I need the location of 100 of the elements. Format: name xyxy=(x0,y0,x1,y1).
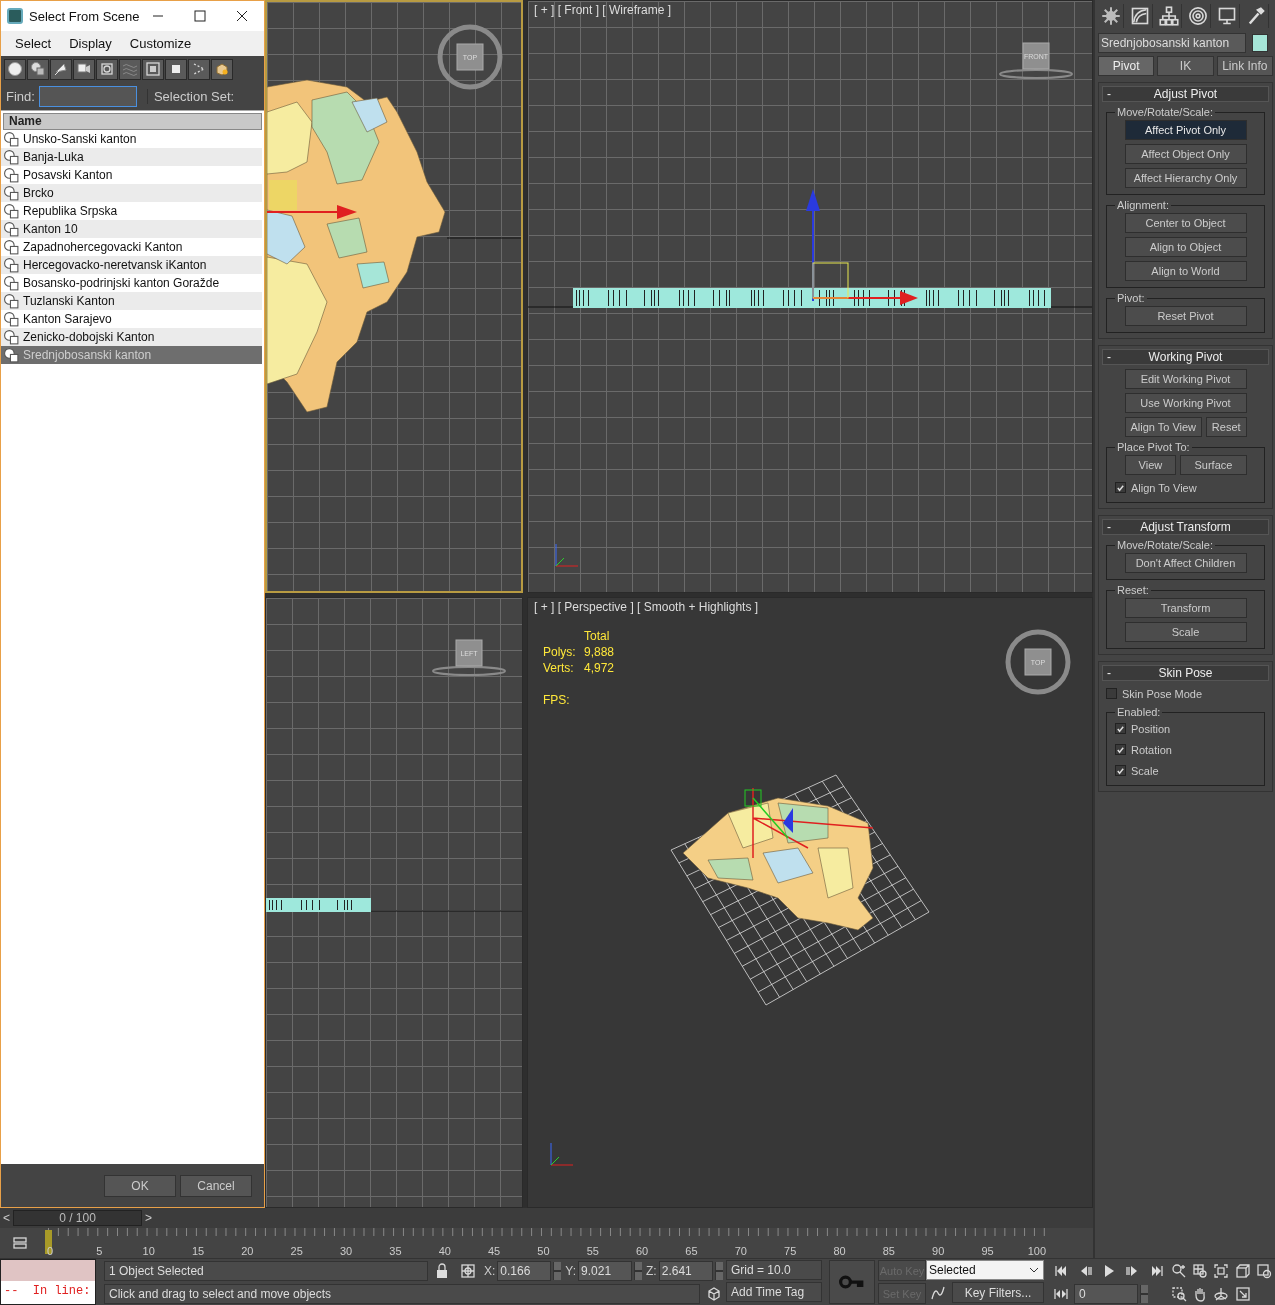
sphere-icon[interactable] xyxy=(7,61,23,77)
collapse-toggle[interactable]: - xyxy=(1103,666,1117,680)
viewport-label[interactable]: [ + ] [ Front ] [ Wireframe ] xyxy=(534,3,672,17)
rollout-header[interactable]: - Adjust Pivot xyxy=(1102,86,1269,102)
zoom-icon[interactable] xyxy=(1170,1262,1187,1279)
tab[interactable]: Link Info xyxy=(1216,56,1273,76)
panel-button[interactable]: Align to World xyxy=(1124,261,1247,281)
column-header[interactable]: Name xyxy=(3,113,262,130)
panel-button[interactable]: Affect Object Only xyxy=(1124,144,1247,164)
checkbox[interactable] xyxy=(1115,723,1126,734)
checkbox[interactable] xyxy=(1115,482,1126,493)
tab[interactable]: Pivot xyxy=(1098,56,1155,76)
crosshair-icon[interactable] xyxy=(460,1262,476,1279)
list-row[interactable]: Zapadnohercegovacki Kanton xyxy=(1,238,262,256)
box-icon[interactable] xyxy=(214,61,230,77)
curve-icon[interactable] xyxy=(1129,6,1150,26)
panel-button[interactable]: Don't Affect Children xyxy=(1124,553,1247,573)
shapes-icon[interactable] xyxy=(30,61,46,77)
key-mode-dropdown[interactable]: Selected xyxy=(926,1260,1044,1280)
list-row[interactable]: Banja-Luka xyxy=(1,148,262,166)
coordinate-field[interactable]: 0.166 xyxy=(497,1260,552,1281)
viewport-label[interactable]: [ + ] [ Perspective ] [ Smooth + Highlights ] xyxy=(534,600,759,614)
panel-button[interactable]: Align to Object xyxy=(1124,237,1247,257)
menu-item[interactable]: Customize xyxy=(129,36,192,51)
panel-button[interactable]: Edit Working Pivot xyxy=(1124,369,1247,389)
group-title: Move/Rotate/Scale: xyxy=(1116,106,1214,118)
panel-button[interactable]: Center to Object xyxy=(1124,213,1247,233)
panel-button[interactable]: View xyxy=(1124,455,1177,475)
cube-icon[interactable] xyxy=(706,1285,722,1302)
zoom-all-icon[interactable] xyxy=(1192,1262,1209,1279)
panel-button[interactable]: Reset Pivot xyxy=(1124,306,1247,326)
window-title: Select From Scene xyxy=(29,8,141,24)
list-row[interactable]: Brcko xyxy=(1,184,262,202)
dialog-button[interactable]: Cancel xyxy=(180,1174,252,1197)
object-color-swatch[interactable] xyxy=(1252,34,1268,52)
zoom-extents-icon[interactable] xyxy=(1213,1262,1230,1279)
collapse-toggle[interactable]: - xyxy=(1103,520,1117,534)
menu-item[interactable]: Select xyxy=(15,36,52,51)
collapse-toggle[interactable]: - xyxy=(1103,87,1117,101)
panel-button[interactable]: Transform xyxy=(1124,598,1247,618)
close-button[interactable] xyxy=(236,10,248,22)
panel-button[interactable]: Scale xyxy=(1124,622,1247,642)
rollout-header[interactable]: - Adjust Transform xyxy=(1102,519,1269,535)
menu-item[interactable]: Display xyxy=(69,36,112,51)
checkbox[interactable] xyxy=(1115,744,1126,755)
monitor-icon[interactable] xyxy=(1216,6,1237,26)
coordinate-field[interactable]: 9.021 xyxy=(578,1260,633,1281)
time-slider-thumb[interactable]: 0 / 100 xyxy=(13,1210,142,1226)
hierarchy-icon[interactable] xyxy=(1158,6,1179,26)
panel-button[interactable]: Affect Pivot Only xyxy=(1124,120,1247,140)
list-row[interactable]: Zenicko-dobojski Kanton xyxy=(1,328,262,346)
list-row[interactable]: Unsko-Sanski kanton xyxy=(1,130,262,148)
list-row[interactable]: Srednjobosanski kanton xyxy=(1,346,262,364)
object-name-field[interactable]: Srednjobosanski kanton xyxy=(1098,33,1246,53)
tick-label: 55 xyxy=(585,1245,600,1257)
panel-button[interactable]: Reset xyxy=(1205,417,1247,437)
maximize-icon[interactable] xyxy=(1234,1285,1251,1302)
next-frame-button[interactable]: > xyxy=(142,1211,155,1225)
axis-label: X: xyxy=(484,1263,496,1278)
zoom-extents-all-icon[interactable] xyxy=(1234,1262,1251,1279)
list-row[interactable]: Republika Srpska xyxy=(1,202,262,220)
list-row[interactable]: Kanton 10 xyxy=(1,220,262,238)
find-label: Find: xyxy=(6,88,35,104)
layers-icon[interactable] xyxy=(12,1235,28,1251)
group-icon[interactable] xyxy=(145,61,161,77)
rollout-header[interactable]: - Working Pivot xyxy=(1102,349,1269,365)
find-field[interactable] xyxy=(38,85,137,107)
list-row[interactable]: Tuzlanski Kanton xyxy=(1,292,262,310)
tab[interactable]: IK xyxy=(1157,56,1214,76)
key-filters-button[interactable]: Key Filters... xyxy=(952,1282,1044,1303)
checkbox[interactable] xyxy=(1115,765,1126,776)
orbit-icon[interactable] xyxy=(1213,1285,1230,1302)
panel-button[interactable]: Align To View xyxy=(1124,417,1202,437)
maximize-button[interactable] xyxy=(194,10,206,22)
rollout-header[interactable]: - Skin Pose xyxy=(1102,665,1269,681)
list-row[interactable]: Kanton Sarajevo xyxy=(1,310,262,328)
script-listener-field[interactable] xyxy=(1,1260,95,1281)
panel-button[interactable]: Affect Hierarchy Only xyxy=(1124,168,1247,188)
gear-icon[interactable] xyxy=(1100,6,1121,26)
helper-icon[interactable] xyxy=(99,61,115,77)
time-config-icon[interactable] xyxy=(1256,1262,1273,1279)
previous-frame-button[interactable]: < xyxy=(0,1211,13,1225)
panel-button[interactable]: Use Working Pivot xyxy=(1124,393,1247,413)
panel-button[interactable]: Surface xyxy=(1180,455,1247,475)
list-row[interactable]: Posavski Kanton xyxy=(1,166,262,184)
lock-icon[interactable] xyxy=(434,1262,450,1279)
checkbox[interactable] xyxy=(1106,688,1117,699)
rings-icon[interactable] xyxy=(1187,6,1208,26)
region-zoom-icon[interactable] xyxy=(1170,1285,1187,1302)
curve-editor-icon[interactable] xyxy=(930,1284,946,1301)
time-tag-button[interactable]: Add Time Tag xyxy=(726,1282,822,1302)
frame-field[interactable]: 0 xyxy=(1074,1283,1138,1304)
row-label: Unsko-Sanski kanton xyxy=(23,132,137,146)
list-row[interactable]: Bosansko-podrinjski kanton Goražde xyxy=(1,274,262,292)
list-row[interactable]: Hercegovacko-neretvansk iKanton xyxy=(1,256,262,274)
script-prompt[interactable]: -- In line: xyxy=(1,1281,95,1304)
dialog-button[interactable]: OK xyxy=(104,1174,176,1197)
lamp-icon[interactable] xyxy=(53,61,69,77)
collapse-toggle[interactable]: - xyxy=(1103,350,1117,364)
coordinate-field[interactable]: 2.641 xyxy=(658,1260,713,1281)
